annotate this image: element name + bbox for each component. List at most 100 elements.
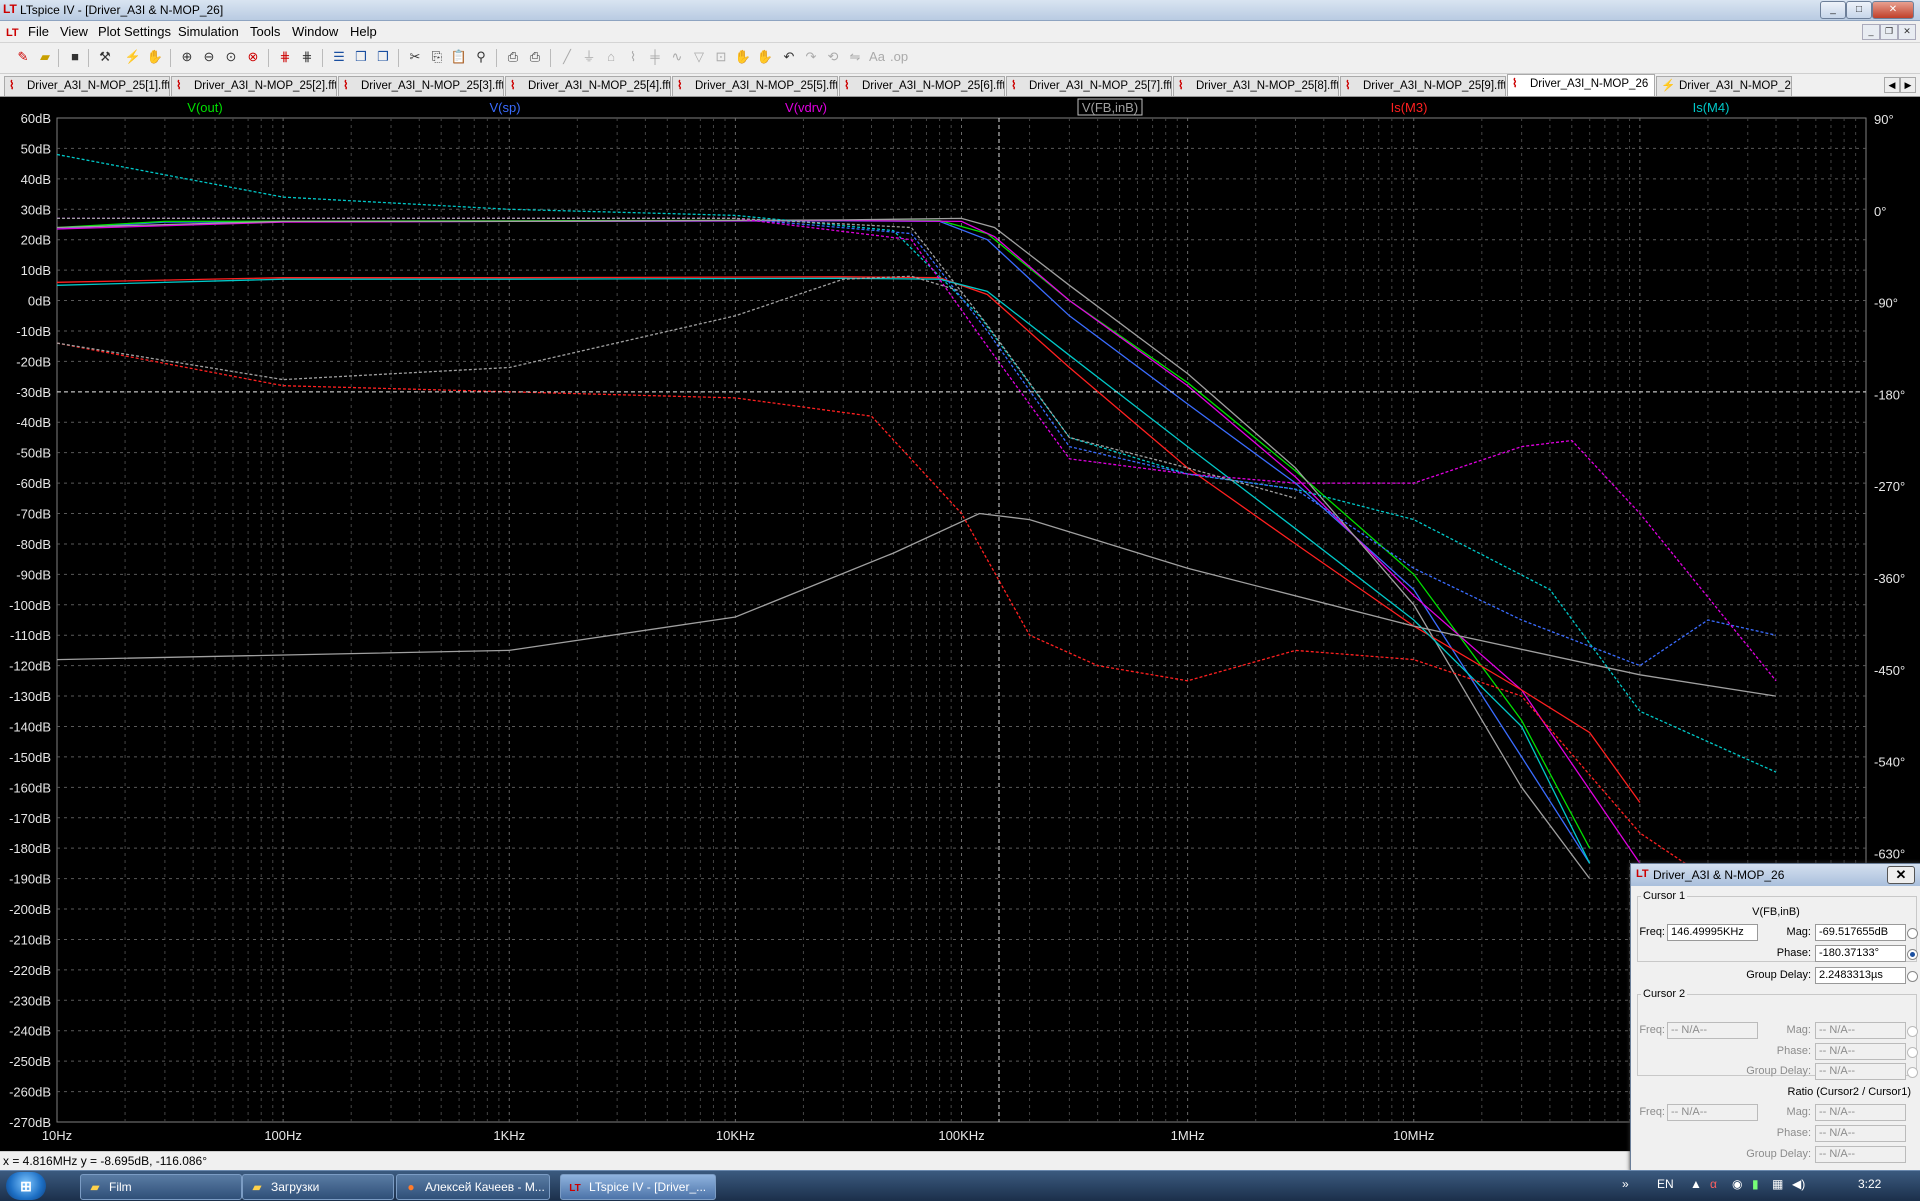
schematic-icon[interactable]: ✎ xyxy=(14,48,32,66)
antivirus-icon[interactable]: α xyxy=(1710,1177,1717,1191)
zoom-cancel-icon[interactable]: ⊗ xyxy=(244,48,262,66)
battery-icon[interactable]: ▮ xyxy=(1752,1177,1759,1191)
tab-schematic[interactable]: ⚡ Driver_A3I_N-MOP_26 xyxy=(1656,76,1792,96)
menu-window[interactable]: Window xyxy=(292,24,338,39)
maximize-button[interactable]: □ xyxy=(1846,1,1872,19)
menu-file[interactable]: File xyxy=(28,24,49,39)
tab-fft-7[interactable]: ⌇ Driver_A3I_N-MOP_25[7].fft xyxy=(1006,76,1172,96)
ratio-freq-field[interactable]: -- N/A-- xyxy=(1667,1104,1758,1121)
wire-icon[interactable]: ╱ xyxy=(558,48,576,66)
cursor2-phase-field[interactable]: -- N/A-- xyxy=(1815,1043,1906,1060)
volume-icon[interactable]: ◀) xyxy=(1792,1177,1805,1191)
cursor2-mag-field[interactable]: -- N/A-- xyxy=(1815,1022,1906,1039)
ground-icon[interactable]: ⏚ xyxy=(580,48,598,66)
cursor2-phase-radio[interactable] xyxy=(1907,1047,1918,1058)
language-indicator[interactable]: EN xyxy=(1657,1177,1674,1191)
tile-vertical-icon[interactable]: ❒ xyxy=(352,48,370,66)
cursor1-mag-field[interactable]: -69.517655dB xyxy=(1815,924,1906,941)
run-icon[interactable]: ⚡ xyxy=(124,48,142,66)
ratio-phase-field[interactable]: -- N/A-- xyxy=(1815,1125,1906,1142)
mdi-minimize-button[interactable]: _ xyxy=(1862,24,1880,40)
y-axis-tick-label: -120dB xyxy=(9,659,51,674)
taskbar-item-browser[interactable]: ● Алексей Качеев - M... xyxy=(396,1174,550,1200)
resistor-icon[interactable]: ⌇ xyxy=(624,48,642,66)
cursor2-group-delay-radio[interactable] xyxy=(1907,1067,1918,1078)
cursor1-phase-field[interactable]: -180.37133° xyxy=(1815,945,1906,962)
inductor-icon[interactable]: ∿ xyxy=(668,48,686,66)
folder-icon: ▰ xyxy=(90,1180,100,1194)
cursor2-freq-field[interactable]: -- N/A-- xyxy=(1667,1022,1758,1039)
clock[interactable]: 3:22 xyxy=(1858,1177,1881,1191)
copy-icon[interactable]: ⎘ xyxy=(428,48,446,66)
tab-scroll-right-button[interactable]: ▶ xyxy=(1900,77,1916,93)
undo-icon[interactable]: ↶ xyxy=(780,48,798,66)
tab-scroll-left-button[interactable]: ◀ xyxy=(1884,77,1900,93)
cursor1-mag-radio[interactable] xyxy=(1907,928,1918,939)
tab-fft-3[interactable]: ⌇ Driver_A3I_N-MOP_25[3].fft xyxy=(338,76,504,96)
cursor2-mag-radio[interactable] xyxy=(1907,1026,1918,1037)
ratio-mag-field[interactable]: -- N/A-- xyxy=(1815,1104,1906,1121)
print-preview-icon[interactable]: ⎙ xyxy=(504,48,522,66)
close-button[interactable]: ✕ xyxy=(1872,1,1914,19)
zoom-fit-icon[interactable]: ⊙ xyxy=(222,48,240,66)
minimize-button[interactable]: _ xyxy=(1820,1,1846,19)
diode-icon[interactable]: ▽ xyxy=(690,48,708,66)
taskbar-item-downloads[interactable]: ▰ Загрузки xyxy=(242,1174,394,1200)
network-icon[interactable]: ▦ xyxy=(1772,1177,1783,1191)
paste-icon[interactable]: 📋 xyxy=(450,48,468,66)
tab-fft-6[interactable]: ⌇ Driver_A3I_N-MOP_25[6].fft xyxy=(839,76,1005,96)
network-globe-icon[interactable]: ◉ xyxy=(1732,1177,1742,1191)
cursor2-group-delay-field[interactable]: -- N/A-- xyxy=(1815,1063,1906,1080)
menu-simulation[interactable]: Simulation xyxy=(178,24,239,39)
cursor1-phase-radio[interactable] xyxy=(1907,949,1918,960)
find-icon[interactable]: ⚲ xyxy=(472,48,490,66)
cursor-dialog-close-button[interactable]: ✕ xyxy=(1887,866,1915,884)
rotate-icon[interactable]: ⟲ xyxy=(824,48,842,66)
capacitor-icon[interactable]: ╪ xyxy=(646,48,664,66)
tab-fft-4[interactable]: ⌇ Driver_A3I_N-MOP_25[4].fft xyxy=(505,76,671,96)
cascade-icon[interactable]: ❐ xyxy=(374,48,392,66)
tile-horizontal-icon[interactable]: ☰ xyxy=(330,48,348,66)
move-icon[interactable]: ✋ xyxy=(734,48,752,66)
autorange-y-icon[interactable]: ⋕ xyxy=(298,48,316,66)
cursor1-group-delay-radio[interactable] xyxy=(1907,971,1918,982)
cut-icon[interactable]: ✂ xyxy=(406,48,424,66)
spice-directive-icon[interactable]: .op xyxy=(890,48,908,66)
zoom-out-icon[interactable]: ⊖ xyxy=(200,48,218,66)
tab-fft-5[interactable]: ⌇ Driver_A3I_N-MOP_25[5].fft xyxy=(672,76,838,96)
redo-icon[interactable]: ↷ xyxy=(802,48,820,66)
component-icon[interactable]: ⊡ xyxy=(712,48,730,66)
print-icon[interactable]: ⎙ xyxy=(526,48,544,66)
cursor-dialog-titlebar[interactable]: LT Driver_A3I & N-MOP_26 ✕ xyxy=(1631,864,1920,886)
mirror-icon[interactable]: ⇋ xyxy=(846,48,864,66)
show-hidden-icons-icon[interactable]: » xyxy=(1622,1177,1629,1191)
cursor1-group-delay-field[interactable]: 2.2483313µs xyxy=(1815,967,1906,984)
mdi-restore-button[interactable]: ❐ xyxy=(1880,24,1898,40)
menu-plot-settings[interactable]: Plot Settings xyxy=(98,24,171,39)
tab-fft-1[interactable]: ⌇ Driver_A3I_N-MOP_25[1].fft xyxy=(4,76,170,96)
tab-fft-2[interactable]: ⌇ Driver_A3I_N-MOP_25[2].fft xyxy=(171,76,337,96)
drag-icon[interactable]: ✋ xyxy=(756,48,774,66)
save-icon[interactable]: ■ xyxy=(66,48,84,66)
menu-help[interactable]: Help xyxy=(350,24,377,39)
tab-waveform-active[interactable]: ⌇ Driver_A3I_N-MOP_26 xyxy=(1507,74,1655,96)
autorange-icon[interactable]: ⋕ xyxy=(276,48,294,66)
document-icon[interactable]: LT xyxy=(6,24,19,39)
halt-icon[interactable]: ✋ xyxy=(146,48,164,66)
text-icon[interactable]: Aa xyxy=(868,48,886,66)
taskbar-item-film[interactable]: ▰ Film xyxy=(80,1174,242,1200)
menu-view[interactable]: View xyxy=(60,24,88,39)
tab-fft-8[interactable]: ⌇ Driver_A3I_N-MOP_25[8].fft xyxy=(1173,76,1339,96)
start-button[interactable]: ⊞ xyxy=(6,1172,46,1200)
tray-arrow-icon[interactable]: ▲ xyxy=(1690,1177,1702,1191)
taskbar-item-ltspice[interactable]: LT LTspice IV - [Driver_... xyxy=(560,1174,716,1200)
tab-fft-9[interactable]: ⌇ Driver_A3I_N-MOP_25[9].fft xyxy=(1340,76,1506,96)
mdi-close-button[interactable]: ✕ xyxy=(1898,24,1916,40)
control-panel-icon[interactable]: ⚒ xyxy=(96,48,114,66)
open-icon[interactable]: ▰ xyxy=(36,48,54,66)
menu-tools[interactable]: Tools xyxy=(250,24,280,39)
cursor1-freq-field[interactable]: 146.49995KHz xyxy=(1667,924,1758,941)
zoom-in-icon[interactable]: ⊕ xyxy=(178,48,196,66)
ratio-group-delay-field[interactable]: -- N/A-- xyxy=(1815,1146,1906,1163)
label-icon[interactable]: ⌂ xyxy=(602,48,620,66)
